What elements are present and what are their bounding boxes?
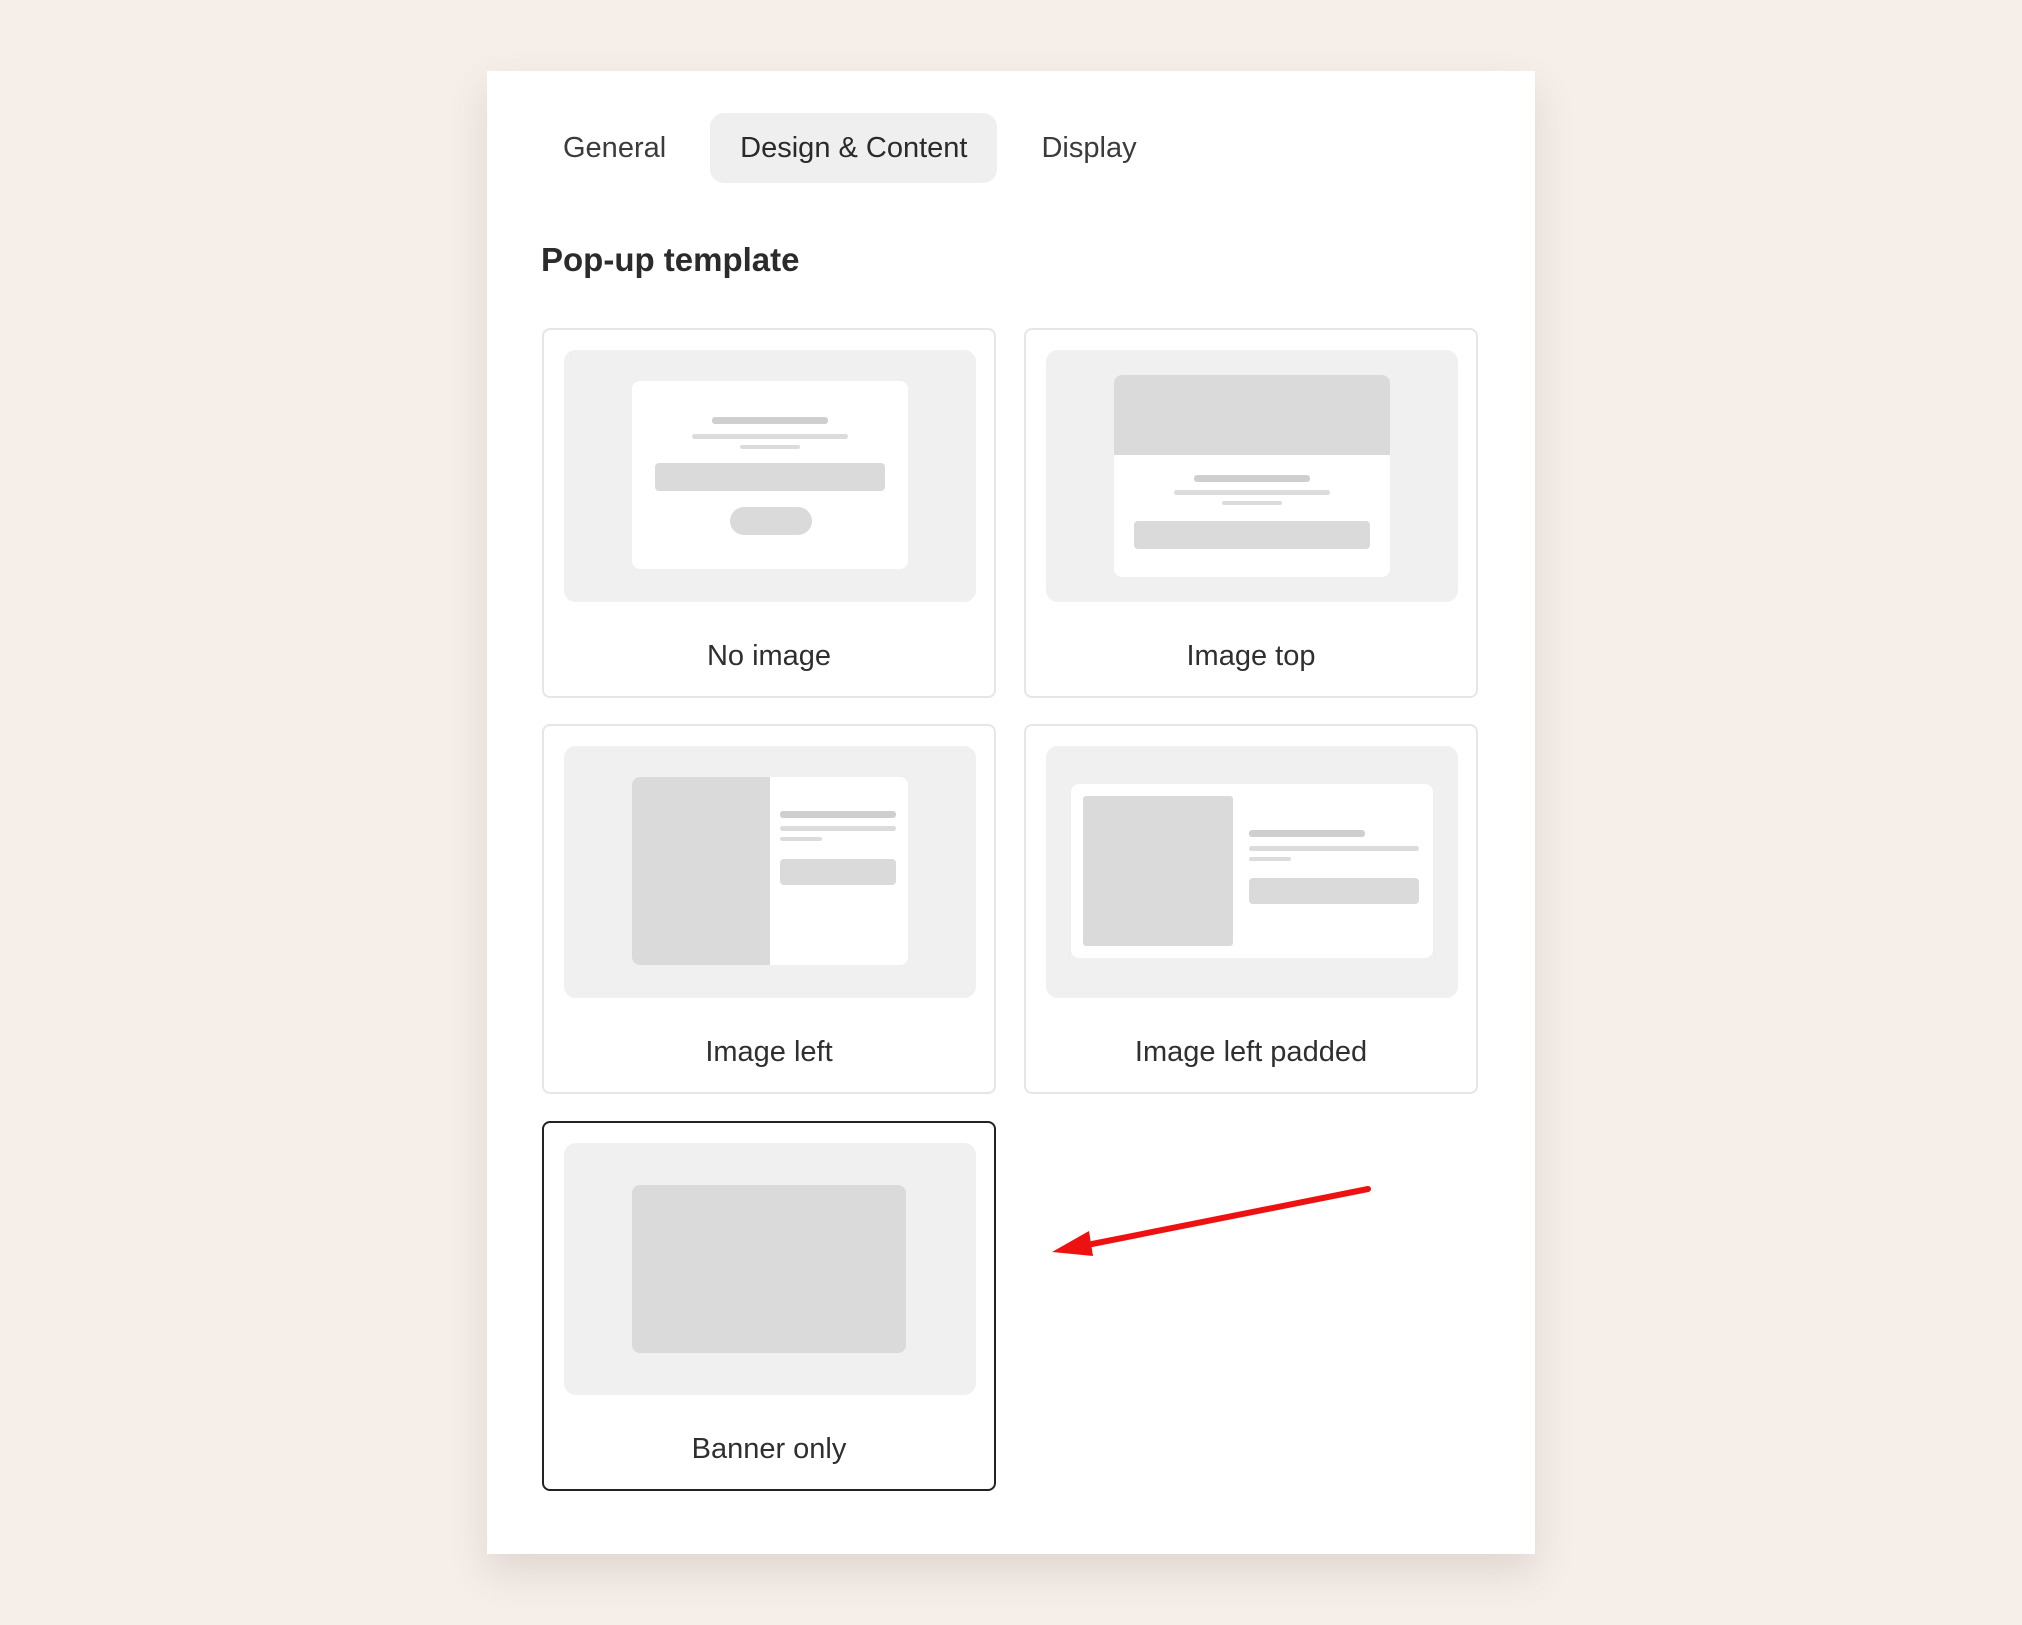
preview-text-line [1174,490,1330,495]
template-card-banner-only[interactable]: Banner only [542,1121,996,1491]
template-label: Image left padded [1134,1036,1368,1068]
preview-image-area [1083,796,1233,946]
tab-display[interactable]: Display [1011,113,1166,183]
preview-image-area [1114,375,1390,455]
preview-heading-line [1249,830,1365,837]
template-label: Image left [705,1036,833,1068]
preview-button [730,507,812,535]
template-preview-image-top [1046,350,1458,602]
settings-panel: General Design & Content Display Pop-up … [487,71,1535,1554]
preview-text-line [740,445,800,449]
tab-design-content[interactable]: Design & Content [710,113,998,183]
preview-input-field [1249,878,1419,904]
preview-text-line [1249,857,1291,861]
preview-popup-box [632,381,908,569]
preview-popup-box [1071,784,1433,958]
screenshot-stage: General Design & Content Display Pop-up … [0,0,2022,1625]
preview-popup-box [1114,375,1390,577]
preview-image-area [632,777,770,965]
preview-banner-area [632,1185,906,1353]
tab-bar: General Design & Content Display [533,113,1167,183]
template-card-image-left[interactable]: Image left [542,724,996,1094]
template-preview-image-left-padded [1046,746,1458,998]
preview-input-field [1134,521,1370,549]
preview-text-line [1249,846,1419,851]
preview-heading-line [1194,475,1310,482]
template-preview-no-image [564,350,976,602]
preview-heading-line [712,417,828,424]
template-label: Image top [1186,640,1316,672]
template-card-image-left-padded[interactable]: Image left padded [1024,724,1478,1094]
template-card-image-top[interactable]: Image top [1024,328,1478,698]
template-label: Banner only [691,1433,847,1465]
preview-heading-line [780,811,896,818]
tab-general[interactable]: General [533,113,696,183]
preview-text-line [780,837,822,841]
preview-input-field [780,859,896,885]
preview-input-field [655,463,885,491]
template-label: No image [706,640,832,672]
template-card-no-image[interactable]: No image [542,328,996,698]
section-title: Pop-up template [541,241,800,278]
preview-text-line [780,826,896,831]
template-preview-image-left [564,746,976,998]
template-preview-banner-only [564,1143,976,1395]
preview-text-line [1222,501,1282,505]
preview-popup-box [632,777,908,965]
preview-text-line [692,434,848,439]
